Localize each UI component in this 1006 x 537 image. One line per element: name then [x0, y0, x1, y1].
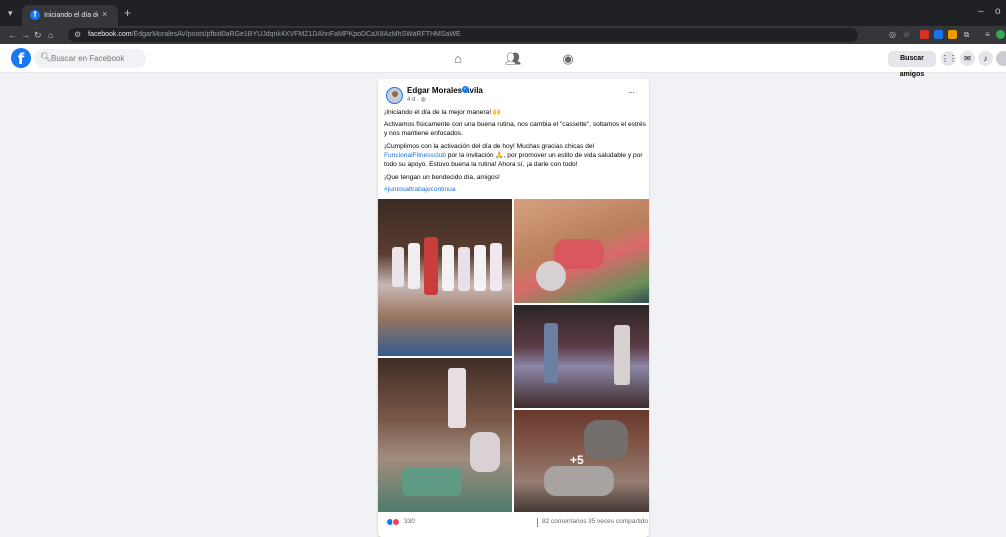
back-arrow-icon[interactable]: ←	[8, 29, 17, 41]
home-nav-icon[interactable]: ⌂	[450, 51, 466, 67]
extension-red-icon[interactable]	[920, 30, 929, 39]
extension-blue-icon[interactable]	[934, 30, 943, 39]
post-photo-1[interactable]	[378, 199, 512, 356]
post-text-paragraph-4: ¡Que tengan un bendecido día, amigos!	[384, 174, 500, 181]
browser-toolbar: ← → ↻ ⌂ ⚙ facebook.com/EdgarMoralesAV/po…	[0, 26, 1006, 44]
url-text[interactable]: facebook.com/EdgarMoralesAV/posts/pfbid0…	[88, 30, 858, 40]
love-reaction-icon	[392, 518, 400, 526]
facebook-logo-icon[interactable]: f	[11, 48, 31, 68]
mention-link[interactable]: FuncionalFitnessclub	[384, 152, 446, 159]
tab-title: Iniciando el día de la mejor ma	[44, 12, 98, 19]
post-photo-2[interactable]	[514, 199, 649, 303]
find-friends-button[interactable]: Buscar amigos	[888, 51, 936, 78]
shares-count[interactable]: 35 veces compartido	[588, 518, 648, 525]
post-photo-4[interactable]	[378, 358, 512, 512]
post-text-line-1: ¡Iniciando el día de la mejor manera! 🙌	[384, 109, 502, 116]
window-control-button[interactable]: o	[995, 6, 1001, 17]
reload-icon[interactable]: ↻	[34, 29, 42, 41]
browser-tab[interactable]: f Iniciando el día de la mejor ma ×	[22, 5, 118, 26]
menu-grid-icon[interactable]: ⋮⋮	[941, 51, 957, 66]
tab-close-icon[interactable]: ×	[102, 9, 107, 19]
forward-arrow-icon[interactable]: →	[21, 29, 30, 41]
search-box[interactable]: 🔍︎	[34, 49, 146, 68]
reading-list-icon[interactable]: ≡	[983, 30, 992, 39]
address-bar[interactable]: ⚙ facebook.com/EdgarMoralesAV/posts/pfbi…	[68, 28, 858, 42]
post-timestamp[interactable]: 4 d · ◍	[407, 96, 426, 103]
notifications-bell-icon[interactable]: ♪	[978, 51, 993, 66]
search-input[interactable]	[51, 51, 141, 66]
extension-orange-icon[interactable]	[948, 30, 957, 39]
site-info-icon[interactable]: ⚙	[74, 30, 81, 39]
reaction-count[interactable]: 330	[404, 518, 415, 525]
facebook-favicon-icon: f	[30, 10, 40, 20]
search-icon: 🔍︎	[40, 52, 52, 62]
more-photos-count[interactable]: +5	[570, 453, 584, 467]
comments-count[interactable]: 82 comentarios	[542, 518, 586, 525]
post-text-paragraph-2: Activamos físicamente con una buena ruti…	[384, 121, 646, 137]
post-card: Edgar Morales Avila ✓ 4 d · ◍ ··· ¡Inici…	[378, 79, 649, 537]
verified-badge-icon: ✓	[462, 86, 469, 93]
google-lens-icon[interactable]: ◎	[888, 30, 897, 39]
messenger-icon[interactable]: ✉	[960, 51, 975, 66]
gaming-nav-icon[interactable]: ◉	[560, 51, 576, 67]
browser-tab-bar: ▾ f Iniciando el día de la mejor ma × + …	[0, 0, 1006, 26]
minimize-button[interactable]: –	[978, 6, 984, 17]
more-options-icon[interactable]: ···	[628, 87, 635, 97]
profile-avatar-icon[interactable]	[996, 30, 1005, 39]
post-text-paragraph-3: ¡Cumplimos con la activación del día de …	[384, 143, 643, 168]
footer-divider	[537, 518, 538, 527]
bookmark-star-icon[interactable]: ☆	[902, 30, 911, 39]
author-avatar[interactable]	[386, 87, 403, 104]
extensions-puzzle-icon[interactable]: ⧉	[962, 30, 971, 39]
post-photo-3[interactable]	[514, 305, 649, 408]
home-icon[interactable]: ⌂	[48, 29, 53, 41]
post-photo-5[interactable]: +5	[514, 410, 649, 512]
audience-globe-icon: ◍	[420, 97, 426, 103]
hashtag-link[interactable]: #juntosaltrabajocontinua	[384, 185, 646, 194]
tab-search-icon[interactable]: ▾	[8, 8, 18, 18]
author-name[interactable]: Edgar Morales Avila	[407, 86, 483, 95]
account-avatar[interactable]	[996, 51, 1006, 66]
new-tab-button[interactable]: +	[124, 6, 131, 20]
facebook-header: f 🔍︎ ⌂ 👥︎ ◉ Buscar amigos ⋮⋮ ✉ ♪	[0, 44, 1006, 78]
friends-nav-icon[interactable]: 👥︎	[505, 51, 522, 67]
